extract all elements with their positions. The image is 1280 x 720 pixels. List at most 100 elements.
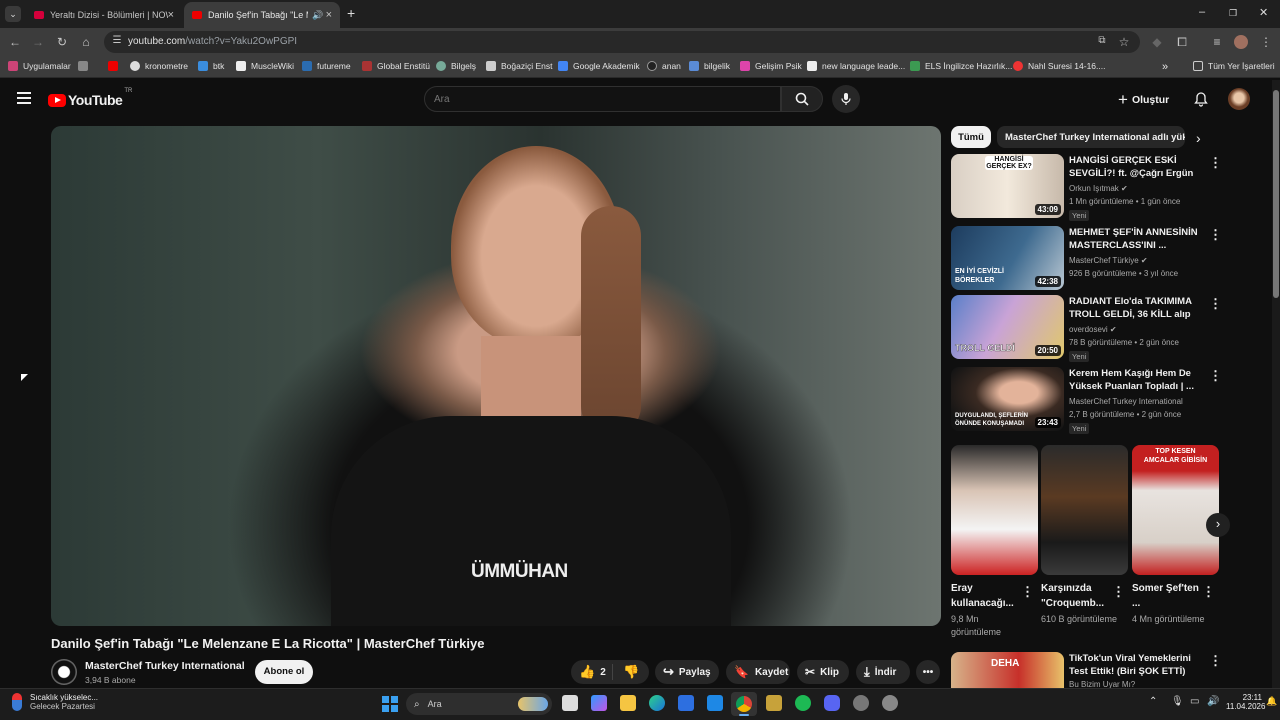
share-button[interactable]: ↪ Paylaş <box>655 660 719 684</box>
url-text[interactable]: youtube.com/watch?v=Yaku2OwPGPI <box>128 36 297 47</box>
bookmark-gelisim-psik[interactable]: Gelişim Psik <box>740 61 802 71</box>
bookmark-els[interactable]: ELS İngilizce Hazırlık... <box>910 61 1012 71</box>
forward-icon[interactable]: → <box>31 35 45 49</box>
profile-avatar[interactable] <box>1234 35 1248 49</box>
new-tab-button[interactable]: + <box>347 5 355 21</box>
more-actions-button[interactable]: ••• <box>916 660 940 684</box>
hamburger-menu-icon[interactable] <box>17 92 31 104</box>
dislike-button[interactable]: 👎 <box>613 664 639 680</box>
channel-name[interactable]: MasterChef Turkey International <box>85 660 245 672</box>
like-button[interactable]: 👍 2 <box>571 664 613 680</box>
spotify-icon[interactable] <box>795 695 811 711</box>
home-icon[interactable]: ⌂ <box>79 35 93 49</box>
audio-playing-icon[interactable]: 🔊 <box>312 10 323 21</box>
bookmark-new-language[interactable]: new language leade... <box>807 61 905 71</box>
more-vert-icon[interactable]: ⋮ <box>1209 296 1222 312</box>
bookmark-apps[interactable]: Uygulamalar <box>8 61 71 71</box>
recommended-thumbnail[interactable]: TROLL GELDİ 20:50 <box>951 295 1064 359</box>
tab-yeralti[interactable]: Yeraltı Dizisi - Bölümleri | NOW × <box>26 2 182 28</box>
chrome-menu-icon[interactable]: ⋮ <box>1259 35 1273 49</box>
recommended-channel[interactable]: Orkun Işıtmak ✔ <box>1069 184 1128 193</box>
site-info-icon[interactable]: ☰ <box>110 35 124 46</box>
account-avatar[interactable] <box>1228 88 1250 110</box>
bookmark-bogazici[interactable]: Boğaziçi Enst <box>486 61 553 71</box>
recommended-title[interactable]: RADIANT Elo'da TAKIMIMA TROLL GELDİ, 36 … <box>1069 295 1205 321</box>
save-button[interactable]: 🔖 Kaydet <box>726 660 790 684</box>
back-icon[interactable]: ← <box>8 35 22 49</box>
more-vert-icon[interactable]: ⋮ <box>1209 155 1222 171</box>
bookmark-anan[interactable]: anan <box>647 61 681 71</box>
bookmark-global-enstitu[interactable]: Global Enstitü <box>362 61 430 71</box>
recommended-channel[interactable]: Bu Bizim Uyar Mı? <box>1069 680 1135 688</box>
recommended-title[interactable]: MEHMET ŞEF'İN ANNESİNİN MASTERCLASS'INI … <box>1069 226 1205 252</box>
subscribe-button[interactable]: Abone ol <box>255 660 313 684</box>
bookmark-musclewiki[interactable]: MuscleWiki <box>236 61 294 71</box>
file-explorer-icon[interactable] <box>620 695 636 711</box>
video-player[interactable]: ÜMMÜHAN <box>51 126 941 626</box>
more-vert-icon[interactable]: ⋮ <box>1209 227 1222 243</box>
recommended-channel[interactable]: MasterChef Turkey International <box>1069 397 1183 406</box>
more-vert-icon[interactable]: ⋮ <box>1209 653 1222 669</box>
volume-icon[interactable]: 🔊 <box>1207 696 1219 707</box>
download-button[interactable]: ⤓ İndir <box>856 660 910 684</box>
weather-widget[interactable]: Sıcaklık yükselec... Gelecek Pazartesi <box>12 693 98 711</box>
short-title[interactable]: Somer Şef'ten ... <box>1132 581 1208 611</box>
create-button[interactable]: + Oluştur <box>1118 90 1169 110</box>
short-title[interactable]: Karşınızda "Croquemb... <box>1041 581 1117 611</box>
clip-button[interactable]: ✂ Klip <box>797 660 849 684</box>
chip-from-uploader[interactable]: MasterChef Turkey International adlı yük… <box>997 126 1185 148</box>
settings-icon[interactable] <box>853 695 869 711</box>
tab-youtube-video[interactable]: Danilo Şef'in Tabağı "Le Me 🔊 × <box>184 2 340 28</box>
cast-icon[interactable]: ⧉ <box>1095 35 1109 46</box>
page-scrollbar[interactable] <box>1272 80 1280 688</box>
bookmark-btk[interactable]: btk <box>198 61 224 71</box>
channel-avatar[interactable] <box>51 659 77 685</box>
mail-icon[interactable] <box>707 695 723 711</box>
edge-icon[interactable] <box>649 695 665 711</box>
bookmark-star-icon[interactable]: ☆ <box>1117 35 1131 49</box>
reload-icon[interactable]: ↻ <box>55 35 69 49</box>
scrollbar-thumb[interactable] <box>1273 90 1279 298</box>
discord-icon[interactable] <box>824 695 840 711</box>
bookmarks-overflow-icon[interactable]: » <box>1162 61 1168 73</box>
short-thumbnail[interactable]: TOP KESEN AMCALAR GİBİSİN <box>1132 445 1219 575</box>
close-tab-icon[interactable]: × <box>168 9 174 21</box>
search-input[interactable] <box>434 91 764 107</box>
recommended-title[interactable]: TikTok'un Viral Yemeklerini Test Ettik! … <box>1069 652 1205 678</box>
store-icon[interactable] <box>678 695 694 711</box>
bookmark-kronometre[interactable]: kronometre <box>130 61 188 71</box>
copilot-icon[interactable] <box>591 695 607 711</box>
search-button[interactable] <box>781 86 823 112</box>
more-vert-icon[interactable]: ⋮ <box>1209 368 1222 384</box>
tab-search-button[interactable]: ⌄ <box>5 6 21 22</box>
task-view-icon[interactable] <box>562 695 578 711</box>
more-vert-icon[interactable]: ⋮ <box>1021 584 1034 600</box>
restore-icon[interactable]: ❐ <box>1229 8 1237 19</box>
recommended-thumbnail[interactable]: EN İYİ CEVİZLİ BÖREKLER 42:38 <box>951 226 1064 290</box>
taskbar-search[interactable]: ⌕ Ara <box>406 693 552 715</box>
all-bookmarks[interactable]: Tüm Yer İşaretleri <box>1193 61 1275 71</box>
recommended-title[interactable]: HANGİSİ GERÇEK ESKİ SEVGİLİ?! ft. @Çağrı… <box>1069 154 1205 180</box>
network-icon[interactable]: ▭ <box>1190 696 1199 707</box>
chips-next-chevron-icon[interactable]: › <box>1196 130 1201 146</box>
voice-search-button[interactable] <box>832 85 860 113</box>
more-vert-icon[interactable]: ⋮ <box>1202 584 1215 600</box>
more-vert-icon[interactable]: ⋮ <box>1112 584 1125 600</box>
short-thumbnail[interactable] <box>951 445 1038 575</box>
recommended-thumbnail[interactable]: DUYGULANDI, ŞEFLERİN ÖNÜNDE KONUŞAMADI 2… <box>951 367 1064 431</box>
tray-overflow-icon[interactable]: ⌃ <box>1149 696 1157 707</box>
bookmark-google-akademik[interactable]: Google Akademik <box>558 61 640 71</box>
close-window-icon[interactable]: ✕ <box>1259 6 1268 19</box>
bookmark-bilgels[interactable]: Bilgelş <box>436 61 476 71</box>
notifications-bell-icon[interactable] <box>1193 91 1209 112</box>
start-button[interactable] <box>382 696 398 712</box>
youtube-logo[interactable]: YouTube TR <box>48 88 132 108</box>
recommended-channel[interactable]: overdosevi ✔ <box>1069 325 1117 334</box>
short-title[interactable]: Eray kullanacağı... <box>951 581 1027 611</box>
extensions-puzzle-icon[interactable]: ⧠ <box>1175 35 1189 50</box>
recommended-thumbnail[interactable]: DEHA <box>951 652 1064 688</box>
minimize-icon[interactable]: – <box>1199 6 1205 18</box>
close-tab-icon[interactable]: × <box>326 9 332 21</box>
recommended-title[interactable]: Kerem Hem Kaşığı Hem De Yüksek Puanları … <box>1069 367 1205 393</box>
recommended-channel[interactable]: MasterChef Türkiye ✔ <box>1069 256 1148 265</box>
